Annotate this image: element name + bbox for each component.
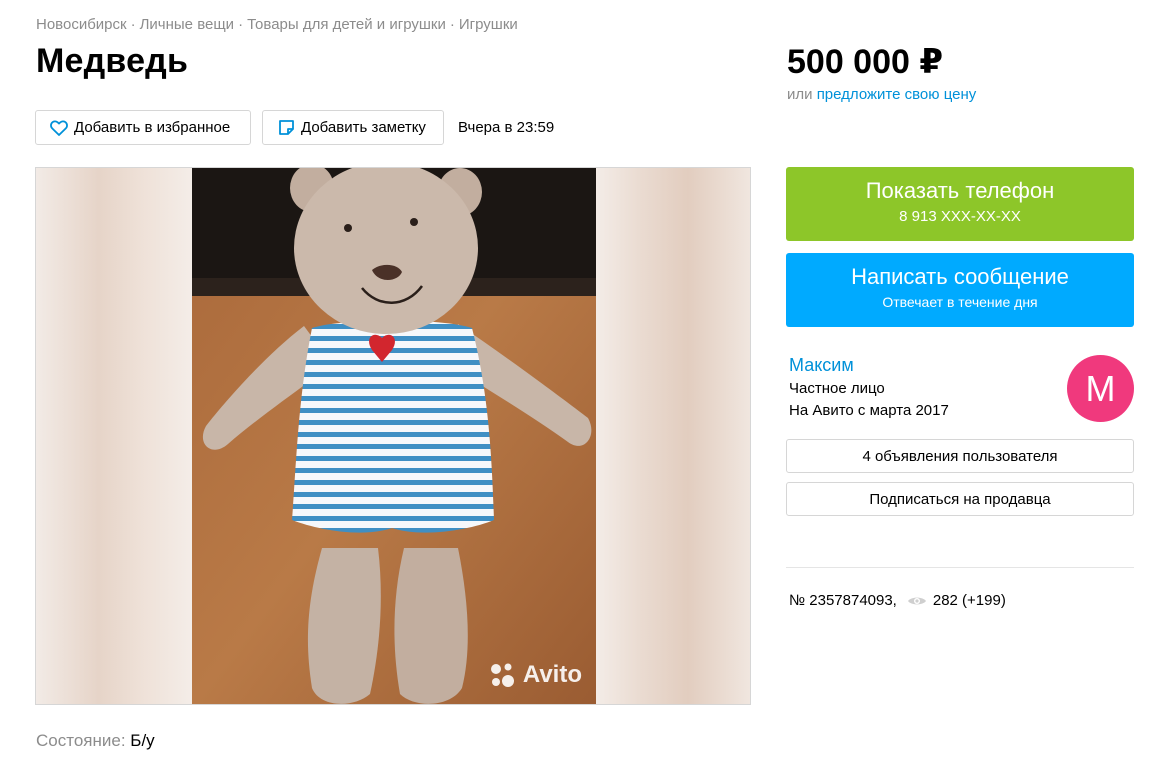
subscribe-seller-button[interactable]: Подписаться на продавца [786,482,1134,516]
breadcrumb-separator: · [238,16,244,33]
heart-icon [50,119,68,137]
condition: Состояние: Б/у [36,731,155,751]
note-icon [277,119,295,137]
breadcrumb: Новосибирск · Личные вещи · Товары для детей… [36,16,518,33]
views-count: 282 (+199) [932,592,1006,609]
avito-logo-icon [487,660,517,690]
show-phone-label: Показать телефон [865,178,1055,203]
page-title: Медведь [36,42,189,80]
response-time-label: Отвечает в течение дня [882,294,1038,310]
breadcrumb-kids-goods[interactable]: Товары для детей и игрушки [247,16,446,33]
breadcrumb-personal-items[interactable]: Личные вещи [140,16,234,33]
avito-watermark: Avito [487,660,582,690]
breadcrumb-separator: · [449,16,455,33]
condition-label: Состояние: [36,731,126,750]
avatar[interactable]: М [1067,355,1134,422]
breadcrumb-toys[interactable]: Игрушки [459,16,518,33]
listing-number: № 2357874093, [789,592,897,609]
breadcrumb-separator: · [130,16,136,33]
price: 500 000 ₽ [787,43,944,81]
add-note-label: Добавить заметку [301,119,426,136]
divider [786,567,1134,568]
phone-number-masked: 8 913 XXX-XX-XX [899,208,1021,225]
seller-name-link[interactable]: Максим [789,355,854,376]
eye-icon [907,595,927,607]
gallery-blur-left [36,168,192,704]
seller-type: Частное лицо [789,380,885,397]
offer-price-link[interactable]: предложите свою цену [817,86,977,103]
user-ads-button[interactable]: 4 объявления пользователя [786,439,1134,473]
write-message-label: Написать сообщение [851,264,1069,289]
posted-date: Вчера в 23:59 [458,119,555,136]
add-note-button[interactable]: Добавить заметку [262,110,444,145]
seller-since: На Авито с марта 2017 [789,402,949,419]
price-offer: или предложите свою цену [787,86,976,103]
add-to-favorites-label: Добавить в избранное [74,119,231,136]
add-to-favorites-button[interactable]: Добавить в избранное [35,110,251,145]
gallery-blur-right [594,168,750,704]
condition-value: Б/у [130,731,155,750]
show-phone-button[interactable]: Показать телефон 8 913 XXX-XX-XX [786,167,1134,241]
breadcrumb-city[interactable]: Новосибирск [36,16,127,33]
photo-gallery[interactable]: Avito [35,167,751,705]
price-offer-prefix: или [787,86,813,103]
write-message-button[interactable]: Написать сообщение Отвечает в течение дн… [786,253,1134,327]
listing-meta: № 2357874093, 282 (+199) [789,592,1006,609]
avito-watermark-text: Avito [522,661,582,688]
listing-photo[interactable] [192,168,596,705]
